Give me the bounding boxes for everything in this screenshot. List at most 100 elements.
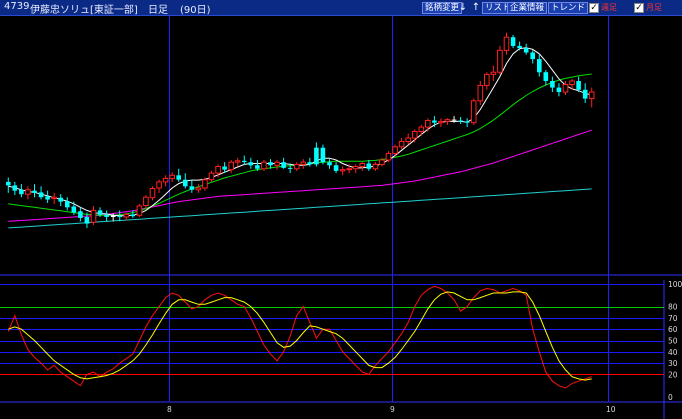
monthly-checkbox[interactable]: ✓ <box>634 3 644 13</box>
x-tick-label: 10 <box>606 405 616 414</box>
candle-body <box>444 119 451 122</box>
osc-tick-label: 80 <box>668 303 678 312</box>
candle-body <box>432 120 437 123</box>
osc-tick-label: 50 <box>668 337 678 346</box>
stochastics-panel <box>7 285 592 389</box>
candle-body <box>458 120 463 122</box>
candle-body <box>38 192 44 198</box>
candle-body <box>470 100 477 124</box>
candle-body <box>195 187 202 191</box>
candle-body <box>169 174 175 179</box>
candle-body <box>274 161 280 166</box>
candle-body <box>84 217 90 224</box>
candle-body <box>550 81 555 88</box>
candle-body <box>12 185 18 191</box>
weekly-checkbox[interactable]: ✓ <box>589 3 599 13</box>
monthly-checkbox-label: 月足 <box>646 3 662 12</box>
candle-body <box>523 48 529 53</box>
candle-body <box>333 165 339 171</box>
moving-averages <box>8 47 592 229</box>
osc-tick-label: 70 <box>668 314 678 323</box>
arrow-down-icon[interactable]: ↓ <box>457 2 469 14</box>
candle-body <box>215 166 221 174</box>
stock-name: 伊藤忠ソリュ <box>30 5 90 16</box>
candle-body <box>281 162 286 168</box>
candle-body <box>503 36 510 51</box>
arrow-up-icon[interactable]: ↑ <box>470 2 482 14</box>
candle-body <box>490 71 497 75</box>
candle-body <box>176 175 181 180</box>
candle-body <box>110 215 116 217</box>
candle-body <box>104 214 109 217</box>
candle-body <box>425 120 431 128</box>
candle-body <box>183 179 188 187</box>
candle-body <box>268 162 273 166</box>
candle-body <box>130 214 136 217</box>
candle-body <box>255 165 260 169</box>
candle-body <box>51 196 58 199</box>
chart-grid <box>0 16 682 419</box>
weekly-checkbox-label: 週足 <box>601 3 617 12</box>
candle-body <box>45 196 50 200</box>
candle-body <box>346 168 352 171</box>
candle-body <box>25 189 31 195</box>
candle-body <box>320 147 326 163</box>
trend-button[interactable]: トレンド <box>548 2 589 14</box>
osc-tick-label: 20 <box>668 370 678 379</box>
candle-body <box>582 89 588 99</box>
candle-body <box>537 59 542 73</box>
candle-body <box>576 81 581 90</box>
x-tick-label: 9 <box>390 405 395 414</box>
stoch-line-d <box>8 291 592 381</box>
candle-body <box>339 169 346 172</box>
candle-body <box>143 196 149 206</box>
candle-body <box>242 160 247 163</box>
candle-body <box>588 91 595 100</box>
osc-tick-label: 40 <box>668 348 678 357</box>
candle-body <box>202 179 208 189</box>
candle-body <box>65 201 70 208</box>
company-info-button[interactable]: 企業情報 <box>507 2 548 14</box>
market-label: [東証一部] <box>90 5 138 16</box>
osc-tick-label: 0 <box>668 393 673 402</box>
candle-body <box>287 167 293 169</box>
change-stock-button[interactable]: 銘柄変更 <box>422 2 463 14</box>
candle-body <box>366 163 372 169</box>
candle-body <box>392 146 398 154</box>
axis-labels: 020304050607080100891011 <box>167 280 682 414</box>
candle-body <box>438 120 444 124</box>
candle-body <box>352 166 359 170</box>
candle-body <box>208 172 215 181</box>
candle-body <box>517 45 522 49</box>
title-bar: 4739 伊藤忠ソリュ [東証一部] 日足 (90日) 銘柄変更 ↓ ↑ リスト… <box>0 0 682 16</box>
ma-line-long <box>8 129 592 222</box>
candle-body <box>293 163 300 170</box>
candle-body <box>497 49 503 73</box>
candle-body <box>510 37 516 46</box>
candle-body <box>78 211 83 218</box>
candle-body <box>307 162 313 165</box>
candle-body <box>189 186 195 190</box>
candle-body <box>385 152 392 161</box>
candle-body <box>19 189 24 195</box>
candle-body <box>6 181 11 186</box>
candle-body <box>484 73 490 86</box>
candle-body <box>359 163 366 168</box>
candle-body <box>314 147 319 165</box>
candle-body <box>71 206 77 213</box>
candle-body <box>90 209 97 223</box>
candle-body <box>58 197 63 202</box>
candle-body <box>411 131 418 139</box>
candle-body <box>117 216 122 218</box>
candle-body <box>556 87 562 92</box>
ma-line-mid <box>8 73 592 216</box>
candle-body <box>451 119 457 121</box>
candle-body <box>261 161 267 170</box>
candle-body <box>149 188 156 199</box>
stock-chart: 020304050607080100891011 <box>0 16 682 419</box>
period-label: 日足 <box>148 5 168 16</box>
candle-body <box>530 52 535 60</box>
candle-body <box>248 162 254 166</box>
candle-body <box>464 121 470 123</box>
candle-body <box>123 213 130 218</box>
